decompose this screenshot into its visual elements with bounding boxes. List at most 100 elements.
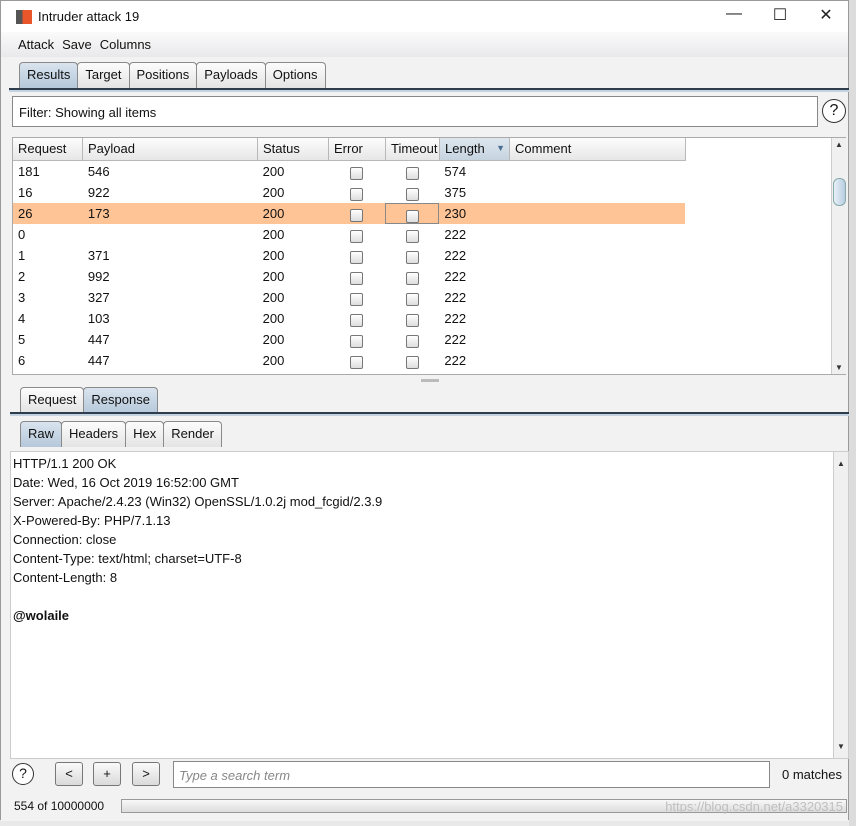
error-checkbox[interactable] xyxy=(350,209,364,222)
progress-bar: https://blog.csdn.net/a3320315 xyxy=(121,799,847,814)
cell-length: 574 xyxy=(444,164,467,179)
table-row[interactable]: 26 173 200 230 xyxy=(13,203,685,224)
sort-descending-icon: ▼ xyxy=(496,143,505,153)
scroll-up-icon[interactable]: ▲ xyxy=(834,454,848,473)
timeout-checkbox[interactable] xyxy=(405,356,419,369)
next-match-button[interactable]: > xyxy=(132,762,160,786)
timeout-checkbox[interactable] xyxy=(405,167,419,180)
scroll-down-icon[interactable]: ▼ xyxy=(834,737,848,756)
table-row[interactable]: 181 546 200 574 xyxy=(13,161,685,182)
table-row[interactable]: 0 200 222 xyxy=(13,224,685,245)
column-timeout[interactable]: Timeout xyxy=(386,138,440,161)
scroll-thumb[interactable] xyxy=(833,178,846,206)
cell-payload: 447 xyxy=(87,353,110,368)
splitter-handle[interactable] xyxy=(421,379,439,382)
scroll-down-icon[interactable]: ▼ xyxy=(832,363,846,372)
error-checkbox[interactable] xyxy=(350,251,364,264)
maximize-button[interactable]: ☐ xyxy=(765,5,795,25)
timeout-checkbox[interactable] xyxy=(405,251,419,264)
tab-target[interactable]: Target xyxy=(77,62,130,88)
table-row[interactable]: 16 922 200 375 xyxy=(13,182,685,203)
column-length[interactable]: Length ▼ xyxy=(440,138,510,161)
cell-request: 0 xyxy=(18,227,26,242)
error-checkbox[interactable] xyxy=(350,335,364,348)
cell-comment xyxy=(509,287,685,308)
tab-payloads[interactable]: Payloads xyxy=(196,62,266,88)
tab-options[interactable]: Options xyxy=(264,62,326,88)
table-row[interactable]: 4 103 200 222 xyxy=(13,308,685,329)
title-bar: Intruder attack 19 — ☐ ✕ xyxy=(1,1,848,32)
timeout-checkbox[interactable] xyxy=(405,210,419,223)
menu-attack[interactable]: Attack xyxy=(18,37,54,52)
tab-headers[interactable]: Headers xyxy=(61,421,127,447)
cell-request: 2 xyxy=(18,269,26,284)
response-body[interactable]: HTTP/1.1 200 OK Date: Wed, 16 Oct 2019 1… xyxy=(10,451,849,759)
cell-error xyxy=(329,182,386,203)
table-row[interactable]: 2 992 200 222 xyxy=(13,266,685,287)
column-request[interactable]: Request xyxy=(13,138,83,161)
cell-error xyxy=(329,308,386,329)
menu-save[interactable]: Save xyxy=(62,37,92,52)
previous-match-button[interactable]: < xyxy=(55,762,83,786)
tab-render[interactable]: Render xyxy=(163,421,222,447)
cell-error xyxy=(329,245,386,266)
message-tab-divider xyxy=(10,412,849,416)
tab-results[interactable]: Results xyxy=(19,62,79,88)
error-checkbox[interactable] xyxy=(350,314,364,327)
response-line: Connection: close xyxy=(13,532,117,547)
error-checkbox[interactable] xyxy=(350,188,364,201)
add-button[interactable]: + xyxy=(93,762,121,786)
timeout-checkbox[interactable] xyxy=(405,335,419,348)
cell-timeout xyxy=(385,287,439,308)
tab-positions[interactable]: Positions xyxy=(128,62,198,88)
error-checkbox[interactable] xyxy=(350,293,364,306)
minimize-button[interactable]: — xyxy=(719,5,749,23)
cell-length: 222 xyxy=(444,332,467,347)
cell-timeout xyxy=(385,329,439,350)
timeout-checkbox[interactable] xyxy=(405,293,419,306)
timeout-checkbox[interactable] xyxy=(405,230,419,243)
cell-payload: 546 xyxy=(87,164,110,179)
tab-raw[interactable]: Raw xyxy=(20,421,63,447)
filter-bar[interactable]: Filter: Showing all items xyxy=(12,96,818,127)
column-payload[interactable]: Payload xyxy=(83,138,258,161)
response-line: Server: Apache/2.4.23 (Win32) OpenSSL/1.… xyxy=(13,494,383,509)
error-checkbox[interactable] xyxy=(350,272,364,285)
cell-payload: 327 xyxy=(87,290,110,305)
cell-comment xyxy=(509,161,685,182)
help-icon[interactable]: ? xyxy=(12,763,34,785)
response-scrollbar[interactable]: ▲ ▼ xyxy=(833,452,848,758)
cell-status: 200 xyxy=(262,227,285,242)
timeout-checkbox[interactable] xyxy=(405,314,419,327)
scroll-up-icon[interactable]: ▲ xyxy=(832,140,846,149)
tab-hex[interactable]: Hex xyxy=(125,421,165,447)
column-error[interactable]: Error xyxy=(329,138,386,161)
error-checkbox[interactable] xyxy=(350,167,364,180)
search-input[interactable]: Type a search term xyxy=(173,761,770,788)
help-icon[interactable]: ? xyxy=(822,99,846,123)
column-status[interactable]: Status xyxy=(258,138,329,161)
burp-logo-icon xyxy=(16,9,32,24)
table-row[interactable]: 1 371 200 222 xyxy=(13,245,685,266)
table-row[interactable]: 5 447 200 222 xyxy=(13,329,685,350)
cell-payload: 992 xyxy=(87,269,110,284)
table-scrollbar[interactable]: ▲ ▼ xyxy=(831,138,846,374)
cell-payload: 447 xyxy=(87,332,110,347)
column-comment[interactable]: Comment xyxy=(510,138,686,161)
tab-response[interactable]: Response xyxy=(83,387,158,413)
table-row[interactable]: 6 447 200 222 xyxy=(13,350,685,371)
cell-length: 230 xyxy=(444,206,467,221)
cell-payload xyxy=(83,224,258,245)
error-checkbox[interactable] xyxy=(350,356,364,369)
table-row[interactable]: 3 327 200 222 xyxy=(13,287,685,308)
cell-timeout xyxy=(385,245,439,266)
cell-status: 200 xyxy=(262,248,285,263)
timeout-checkbox[interactable] xyxy=(405,272,419,285)
close-button[interactable]: ✕ xyxy=(811,5,841,25)
cell-payload: 103 xyxy=(87,311,110,326)
menu-bar: Attack Save Columns xyxy=(1,32,848,57)
menu-columns[interactable]: Columns xyxy=(100,37,151,52)
error-checkbox[interactable] xyxy=(350,230,364,243)
tab-request[interactable]: Request xyxy=(20,387,85,413)
timeout-checkbox[interactable] xyxy=(405,188,419,201)
